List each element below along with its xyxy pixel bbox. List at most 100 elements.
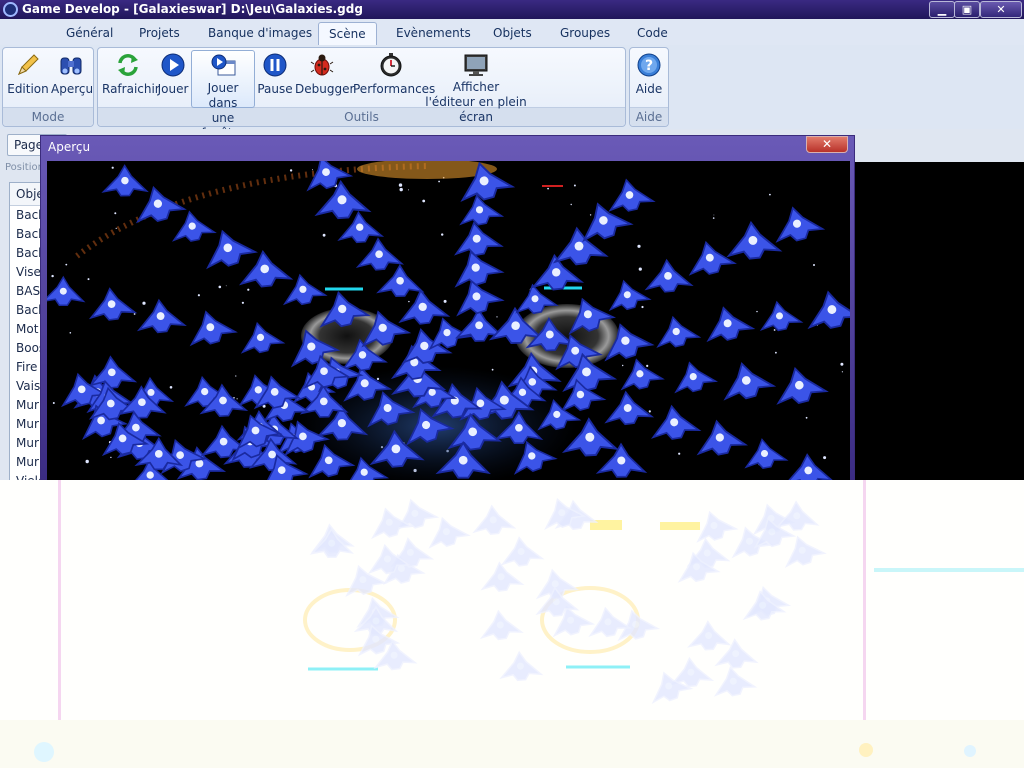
bug-icon <box>310 54 334 76</box>
star <box>114 212 117 215</box>
pencil-icon <box>18 54 39 75</box>
enemy-ship <box>88 355 138 389</box>
enemy-ship <box>479 609 524 641</box>
enemy-ship <box>453 221 504 257</box>
star <box>52 402 55 404</box>
binoculars-icon <box>60 57 82 75</box>
enemy-ship <box>499 650 544 682</box>
preview-close-button[interactable]: ✕ <box>806 136 848 153</box>
star <box>547 187 549 190</box>
monitor-icon <box>464 54 488 76</box>
game-view[interactable] <box>47 161 850 481</box>
aide-label: Aide <box>635 82 663 96</box>
star <box>399 187 403 192</box>
play-window-icon <box>211 54 236 76</box>
maximize-button[interactable]: ▣ <box>954 1 980 18</box>
star <box>648 410 651 413</box>
pause-label: Pause <box>257 82 293 96</box>
enemy-ship <box>706 306 756 343</box>
star <box>841 371 844 373</box>
group-label-mode: Mode <box>31 110 65 124</box>
tab-scene[interactable]: Scène <box>318 22 377 45</box>
star <box>169 386 173 389</box>
pause-icon <box>263 53 287 77</box>
star <box>637 244 641 248</box>
enemy-ship <box>189 310 238 347</box>
help-icon: ? <box>637 53 661 77</box>
tab-banque-images[interactable]: Banque d'images <box>198 22 322 45</box>
svg-text:?: ? <box>645 58 653 74</box>
enemy-ship <box>807 290 850 330</box>
afficher-plein-ecran-button[interactable]: Afficher l'éditeur en plein écran <box>411 50 541 125</box>
tab-evenements[interactable]: Evènements <box>386 22 481 45</box>
star <box>756 310 758 313</box>
star <box>641 305 644 309</box>
game-scene <box>47 161 850 481</box>
close-button[interactable]: ✕ <box>980 1 1022 18</box>
tab-code[interactable]: Code <box>627 22 678 45</box>
enemy-ship <box>744 438 789 469</box>
tab-projets[interactable]: Projets <box>129 22 190 45</box>
star <box>773 329 776 331</box>
star <box>111 166 114 169</box>
star <box>496 316 498 318</box>
tab-objets[interactable]: Objets <box>483 22 542 45</box>
star <box>236 398 238 400</box>
star <box>408 300 410 303</box>
star <box>115 227 117 229</box>
group-label-outils: Outils <box>344 110 379 124</box>
pause-button[interactable]: Pause <box>257 50 293 97</box>
star <box>775 351 777 354</box>
star <box>422 199 426 203</box>
preview-window: Aperçu ✕ <box>40 135 855 481</box>
aide-button[interactable]: ? Aide <box>632 50 666 97</box>
enemy-ship <box>688 240 737 276</box>
star <box>589 214 592 216</box>
enemy-ship <box>759 300 804 332</box>
tab-groupes[interactable]: Groupes <box>550 22 620 45</box>
tab-general[interactable]: Général <box>56 22 123 45</box>
star <box>491 368 494 371</box>
star <box>813 264 815 266</box>
star <box>87 278 90 281</box>
enemy-ship <box>500 536 545 567</box>
enemy-ship <box>480 561 525 592</box>
app-logo-icon <box>3 2 18 17</box>
enemy-ship <box>776 366 829 405</box>
enemy-ship <box>687 620 732 651</box>
star <box>408 189 410 191</box>
menu-tabs: Général Projets Banque d'images Scène Ev… <box>0 19 1024 45</box>
enemy-ship <box>696 419 749 456</box>
window-title: Game Develop - [Galaxieswar] D:\Jeu\Gala… <box>22 2 363 16</box>
ribbon-group-outils: Outils Rafraichir Jouer Jouer dans une P… <box>97 47 626 140</box>
ribbon-group-mode: Mode Edition Aperçu <box>2 47 94 127</box>
star <box>712 217 715 219</box>
enemy-ship <box>713 666 758 697</box>
jouer-fenetre-button[interactable]: Jouer dans une fenêtre <box>191 50 255 140</box>
enemy-ship <box>656 315 702 348</box>
star <box>438 180 440 183</box>
jouer-button[interactable]: Jouer <box>156 50 190 97</box>
star <box>646 364 649 367</box>
star <box>65 263 68 266</box>
star <box>197 294 200 297</box>
refresh-icon <box>118 54 138 76</box>
edition-button[interactable]: Edition <box>7 50 49 97</box>
enemy-ship <box>651 404 702 440</box>
faded-screen-area <box>0 480 1024 768</box>
ghosted-scene <box>0 480 1024 768</box>
enemy-ship <box>47 275 86 306</box>
rafraichir-button[interactable]: Rafraichir <box>102 50 160 97</box>
jouer-fenetre-label-1: Jouer dans <box>207 81 239 110</box>
apercu-button[interactable]: Aperçu <box>51 50 93 97</box>
rafraichir-label: Rafraichir <box>102 82 160 96</box>
enemy-ship <box>238 249 294 288</box>
star <box>218 285 222 289</box>
position-label: Position <box>5 162 44 173</box>
debugger-button[interactable]: Debugger <box>295 50 354 97</box>
minimize-button[interactable]: ▁ <box>929 1 955 18</box>
scene-canvas-background <box>855 162 1024 480</box>
star <box>441 233 444 236</box>
jouer-label: Jouer <box>157 82 189 96</box>
play-icon <box>161 53 185 77</box>
